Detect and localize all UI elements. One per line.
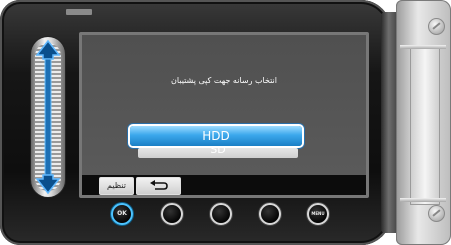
- soft-key-bar: تنظیم: [82, 175, 366, 195]
- up-down-arrow-icon: [35, 39, 61, 195]
- camera-lcd-frame: انتخاب رسانه جهت کپی پشتیبان HDD SD تنظی…: [0, 0, 391, 245]
- top-slot: [66, 9, 92, 15]
- touch-button-3[interactable]: [210, 203, 232, 225]
- touch-button-2[interactable]: [161, 203, 183, 225]
- return-arrow-icon: [150, 180, 168, 190]
- screw-icon: [428, 18, 445, 35]
- side-stripe-bottom: [400, 198, 446, 202]
- touch-scroll-slider[interactable]: [31, 37, 65, 197]
- lcd-screen: انتخاب رسانه جهت کپی پشتیبان HDD SD تنظی…: [79, 32, 369, 198]
- side-inner-panel: [410, 45, 440, 205]
- menu-label: MENU: [311, 211, 325, 216]
- screw-icon: [428, 205, 445, 222]
- ok-button[interactable]: OK: [111, 203, 133, 225]
- prompt-text: انتخاب رسانه جهت کپی پشتیبان: [171, 76, 277, 85]
- back-soft-key[interactable]: [136, 177, 181, 195]
- media-select-dialog: انتخاب رسانه جهت کپی پشتیبان HDD SD: [82, 35, 366, 175]
- settings-soft-key[interactable]: تنظیم: [99, 177, 134, 195]
- touch-button-4[interactable]: [259, 203, 281, 225]
- side-stripe-top: [400, 45, 446, 49]
- option-sd[interactable]: SD: [138, 148, 298, 158]
- option-hdd[interactable]: HDD: [130, 126, 302, 146]
- ok-label: OK: [117, 210, 127, 217]
- menu-button[interactable]: MENU: [307, 203, 329, 225]
